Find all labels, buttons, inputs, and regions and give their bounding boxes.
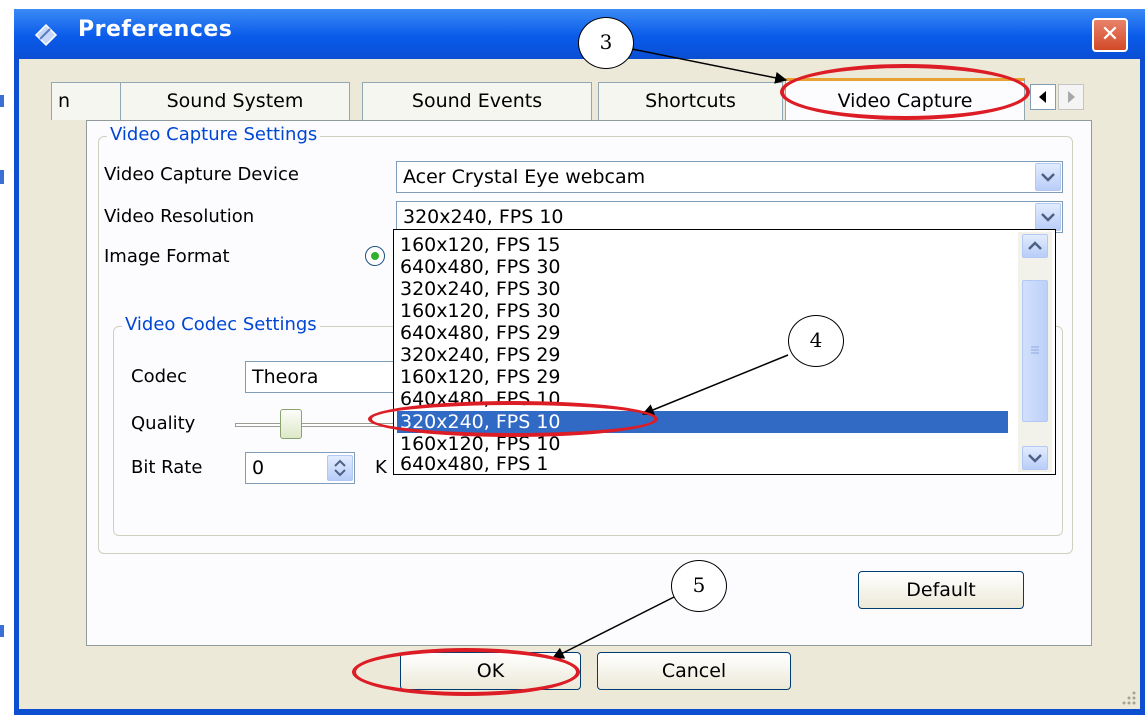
arrow-4: [641, 354, 789, 416]
callout-3: 3: [578, 17, 634, 69]
highlight-ring-selected-option: [368, 401, 658, 437]
arrow-5: [551, 593, 681, 659]
highlight-ring-video-capture: [780, 64, 1030, 120]
callout-5: 5: [671, 560, 727, 612]
highlight-ring-ok: [352, 648, 580, 696]
callout-4: 4: [788, 315, 844, 367]
arrow-3: [631, 48, 788, 84]
